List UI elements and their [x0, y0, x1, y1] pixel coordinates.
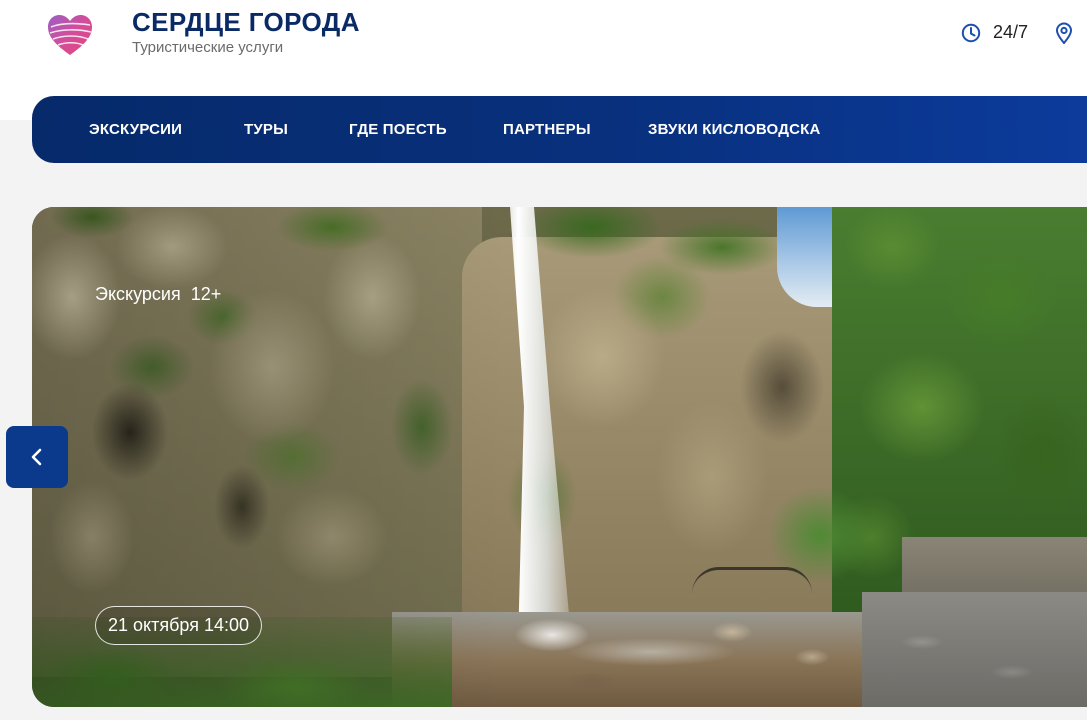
chevron-left-icon	[31, 448, 42, 466]
heart-logo-icon[interactable]	[46, 13, 94, 57]
nav-item-excursions[interactable]: ЭКСКУРСИИ	[89, 121, 182, 138]
hero-category: Экскурсия 12+	[95, 284, 221, 305]
nav-item-partners[interactable]: ПАРТНЕРЫ	[503, 121, 591, 138]
slider-prev-button[interactable]	[6, 426, 68, 488]
brand-subtitle: Туристические услуги	[132, 39, 284, 56]
nav-item-where-to-eat[interactable]: ГДЕ ПОЕСТЬ	[349, 121, 447, 138]
nav-item-tours[interactable]: ТУРЫ	[244, 121, 288, 138]
event-date-badge: 21 октября 14:00	[95, 606, 263, 645]
main-nav: ЭКСКУРСИИ ТУРЫ ГДЕ ПОЕСТЬ ПАРТНЕРЫ ЗВУКИ…	[32, 96, 1087, 163]
brand-title[interactable]: СЕРДЦЕ ГОРОДА	[132, 7, 360, 38]
location-pin-icon[interactable]	[1055, 22, 1073, 45]
hero-slide[interactable]: Экскурсия 12+ 21 октября 14:00	[32, 207, 1087, 707]
clock-icon	[961, 23, 981, 43]
age-rating: 12+	[190, 284, 222, 304]
nav-item-sounds-of-kislovodsk[interactable]: ЗВУКИ КИСЛОВОДСКА	[648, 121, 821, 138]
working-hours: 24/7	[993, 22, 1029, 42]
hero-category-label: Экскурсия	[95, 284, 181, 304]
